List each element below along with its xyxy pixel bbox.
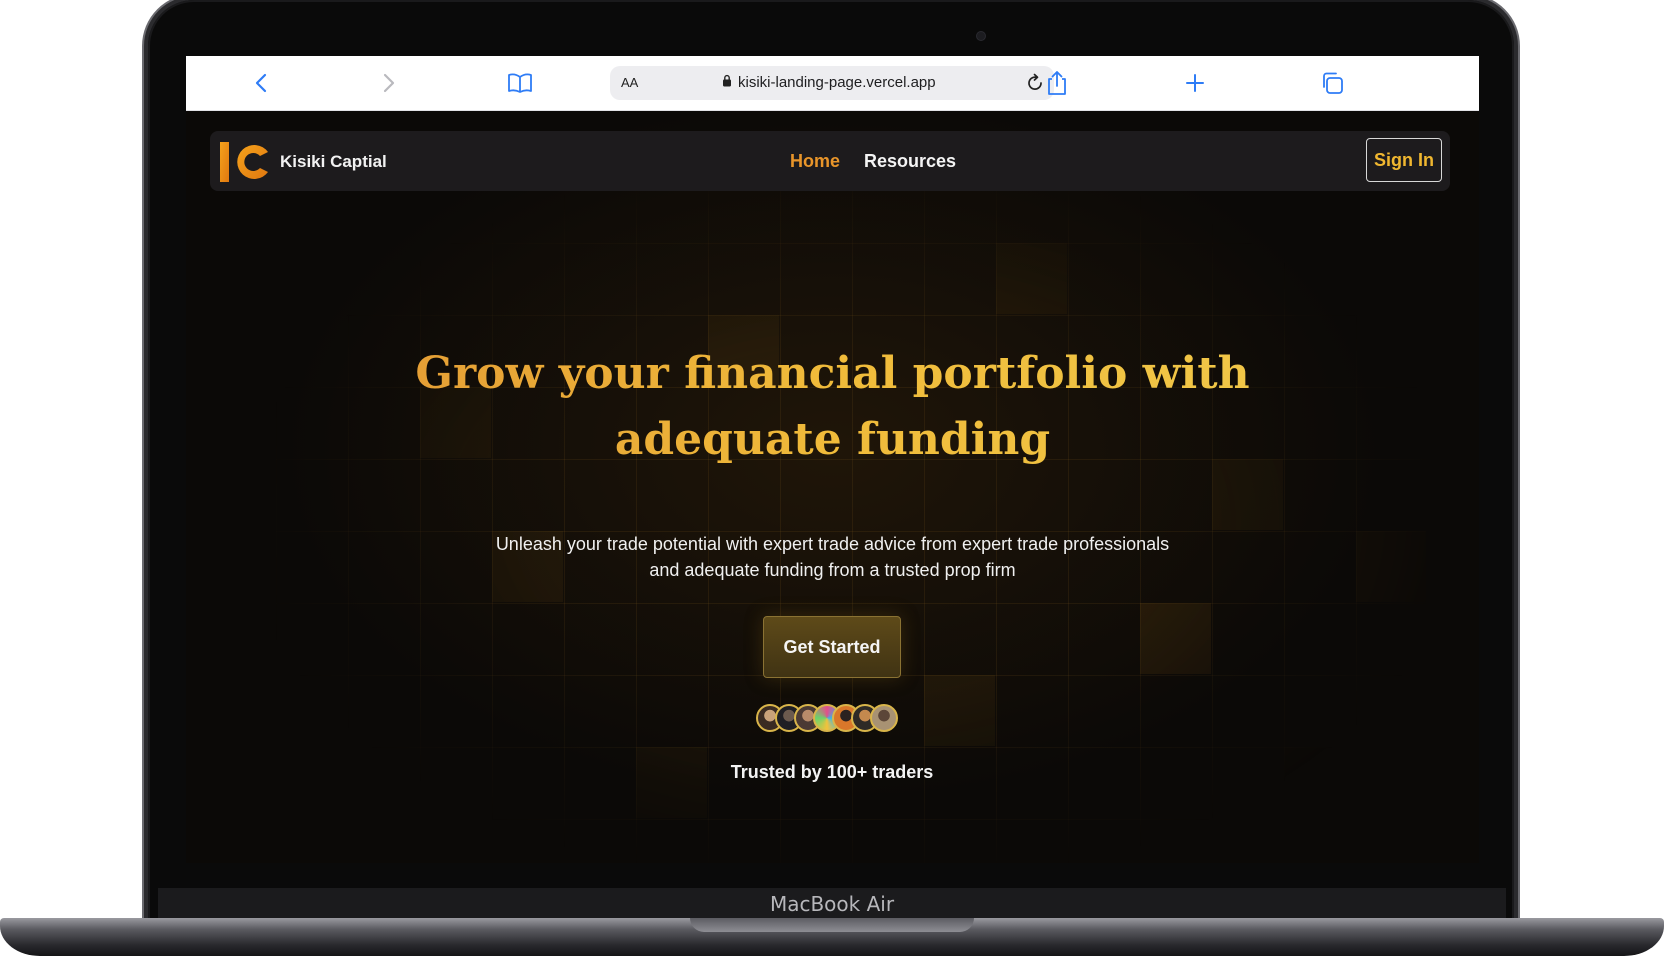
laptop-hinge-notch bbox=[690, 918, 974, 932]
hero-subtitle: Unleash your trade potential with expert… bbox=[416, 531, 1249, 583]
hero-title: Grow your financial portfolio with adequ… bbox=[326, 341, 1339, 473]
nav-home-link[interactable]: Home bbox=[790, 151, 840, 172]
back-icon[interactable] bbox=[246, 68, 276, 98]
hero-subtitle-line-1: Unleash your trade potential with expert… bbox=[495, 534, 1170, 554]
lock-icon bbox=[722, 74, 732, 91]
site-navbar: Kisiki Captial Home Resources Sign In bbox=[210, 131, 1450, 191]
text-size-button[interactable]: AA bbox=[621, 75, 638, 90]
trusted-by-text: Trusted by 100+ traders bbox=[730, 762, 934, 782]
forward-icon[interactable] bbox=[374, 68, 404, 98]
new-tab-icon[interactable] bbox=[1180, 68, 1210, 98]
trader-avatars bbox=[756, 704, 916, 734]
screen: AA kisiki-landing-page.vercel.app Kisiki… bbox=[186, 56, 1479, 863]
hero-title-line-2: adequate funding bbox=[614, 414, 1051, 465]
landing-page: Kisiki Captial Home Resources Sign In Gr… bbox=[186, 111, 1479, 863]
share-icon[interactable] bbox=[1042, 68, 1072, 98]
nav-resources-link[interactable]: Resources bbox=[864, 151, 956, 172]
background-grid bbox=[276, 171, 1427, 863]
address-bar[interactable]: AA kisiki-landing-page.vercel.app bbox=[610, 66, 1054, 100]
camera-icon bbox=[977, 32, 985, 40]
brand-name: Kisiki Captial bbox=[280, 152, 387, 171]
avatar bbox=[870, 704, 898, 732]
kc-logo-icon bbox=[218, 139, 274, 185]
brand[interactable]: Kisiki Captial bbox=[218, 139, 387, 185]
laptop-chin: MacBook Air bbox=[158, 888, 1506, 920]
hero-subtitle-line-2: and adequate funding from a trusted prop… bbox=[649, 560, 1016, 580]
get-started-button[interactable]: Get Started bbox=[763, 616, 901, 678]
sign-in-button[interactable]: Sign In bbox=[1366, 138, 1442, 182]
device-label: MacBook Air bbox=[769, 892, 895, 916]
tabs-icon[interactable] bbox=[1317, 68, 1347, 98]
bookmarks-icon[interactable] bbox=[505, 68, 535, 98]
url-text: kisiki-landing-page.vercel.app bbox=[738, 74, 936, 91]
hero-title-line-1: Grow your financial portfolio with bbox=[415, 348, 1250, 399]
browser-toolbar: AA kisiki-landing-page.vercel.app bbox=[186, 56, 1479, 111]
